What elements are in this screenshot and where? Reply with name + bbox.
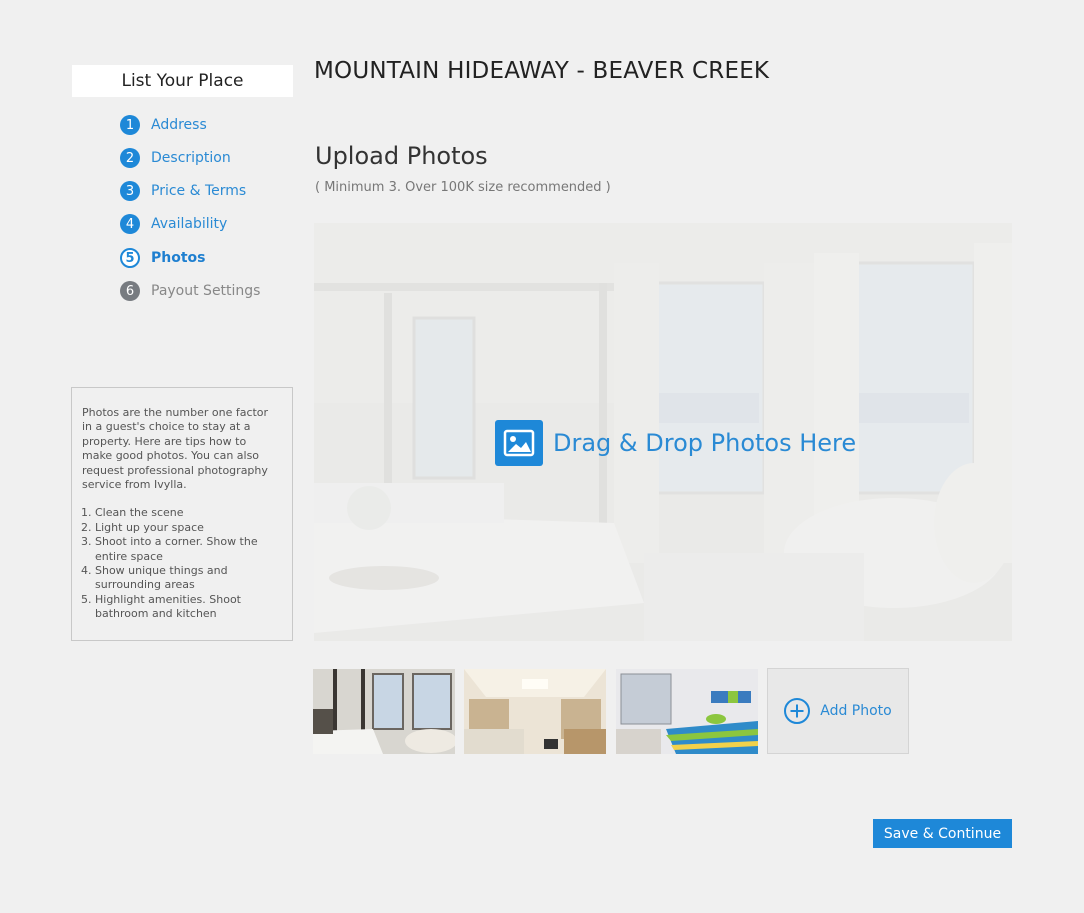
thumbnail-image-bedroom-ceiling-light [464, 669, 606, 754]
step-label: Photos [151, 250, 206, 266]
sidebar-title: List Your Place [72, 65, 293, 97]
tip-item: Light up your space [95, 521, 278, 535]
step-label: Price & Terms [151, 183, 247, 199]
step-label: Description [151, 150, 231, 166]
plus-circle-icon [784, 698, 811, 724]
step-price-terms[interactable]: 3 Price & Terms [120, 180, 246, 202]
step-number: 4 [120, 214, 140, 234]
save-continue-button[interactable]: Save & Continue [873, 819, 1012, 848]
upload-note: ( Minimum 3. Over 100K size recommended … [315, 180, 611, 195]
tip-item: Highlight amenities. Shoot bathroom and … [95, 593, 278, 622]
step-number: 1 [120, 115, 140, 135]
step-label: Address [151, 117, 207, 133]
dropzone-prompt: Drag & Drop Photos Here [495, 420, 856, 466]
step-number: 5 [120, 248, 140, 268]
tips-intro: Photos are the number one factor in a gu… [82, 406, 269, 492]
photo-tips-box: Photos are the number one factor in a gu… [71, 387, 293, 641]
step-number: 6 [120, 281, 140, 301]
photo-thumbnail[interactable] [464, 669, 606, 754]
listing-title: MOUNTAIN HIDEAWAY - BEAVER CREEK [314, 58, 770, 84]
step-label: Payout Settings [151, 283, 261, 299]
step-number: 3 [120, 181, 140, 201]
step-availability[interactable]: 4 Availability [120, 213, 227, 235]
image-icon [495, 420, 543, 466]
add-photo-button[interactable]: Add Photo [767, 668, 909, 754]
add-photo-label: Add Photo [820, 703, 892, 719]
tip-item: Shoot into a corner. Show the entire spa… [95, 535, 278, 564]
tips-list: Clean the scene Light up your space Shoo… [82, 506, 278, 621]
step-photos[interactable]: 5 Photos [120, 247, 206, 269]
photo-thumbnail[interactable] [313, 669, 455, 754]
photo-thumbnail[interactable] [616, 669, 758, 754]
thumbnail-image-bedroom-view [313, 669, 455, 754]
tip-item: Show unique things and surrounding areas [95, 564, 278, 593]
upload-heading: Upload Photos [315, 142, 488, 170]
step-label: Availability [151, 216, 228, 232]
step-address[interactable]: 1 Address [120, 114, 207, 136]
step-number: 2 [120, 148, 140, 168]
dropzone-text: Drag & Drop Photos Here [553, 429, 857, 457]
thumbnail-image-striped-bedding [616, 669, 758, 754]
step-payout-settings[interactable]: 6 Payout Settings [120, 280, 260, 302]
tip-item: Clean the scene [95, 506, 278, 520]
step-description[interactable]: 2 Description [120, 147, 231, 169]
photo-dropzone[interactable]: Drag & Drop Photos Here [314, 223, 1012, 641]
